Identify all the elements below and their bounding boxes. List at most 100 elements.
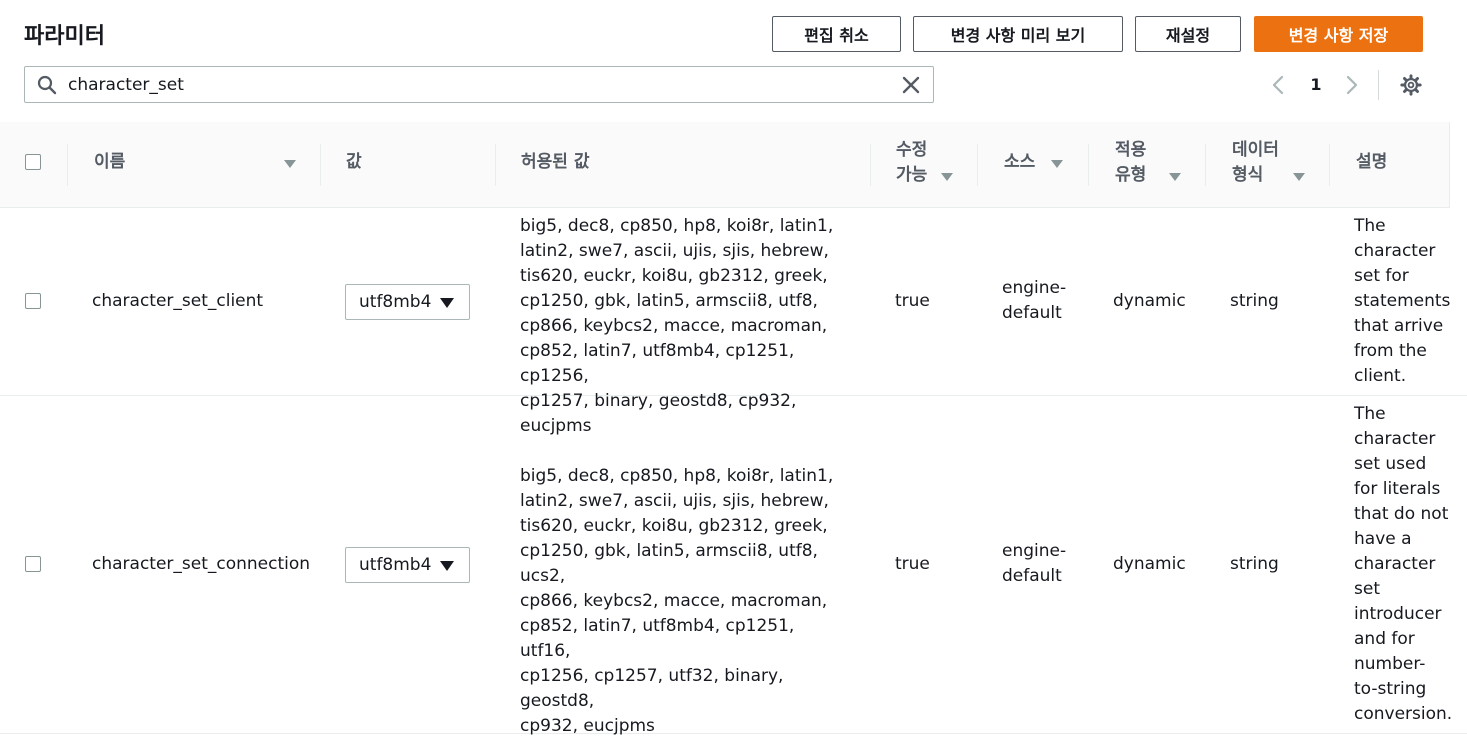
next-page-icon[interactable]: [1342, 74, 1362, 96]
caret-down-icon: [440, 561, 454, 571]
column-divider: [495, 144, 496, 186]
sort-icon[interactable]: [941, 173, 953, 181]
preview-changes-button[interactable]: 변경 사항 미리 보기: [913, 16, 1123, 52]
allowed-values: big5, dec8, cp850, hp8, koi8r, latin1, l…: [520, 464, 850, 739]
previous-page-icon[interactable]: [1268, 74, 1288, 96]
sort-icon[interactable]: [284, 160, 296, 168]
sort-icon[interactable]: [1293, 173, 1305, 181]
description-line: from the: [1354, 341, 1427, 361]
column-header-data-type[interactable]: 데이터 형식: [1232, 138, 1279, 188]
search-input[interactable]: [68, 67, 888, 102]
column-header-data-type-line1: 데이터: [1232, 140, 1279, 160]
column-header-modifiable[interactable]: 수정 가능: [896, 138, 927, 188]
column-header-apply-type[interactable]: 적용 유형: [1115, 138, 1146, 188]
source-value: engine- default: [1002, 276, 1066, 326]
allowed-values-line: cp932, eucjpms: [520, 716, 655, 736]
source-value-line: engine-: [1002, 278, 1067, 298]
description-line: have a: [1354, 529, 1412, 549]
description-line: character: [1354, 554, 1436, 574]
gear-icon[interactable]: [1400, 74, 1422, 96]
row-checkbox[interactable]: [25, 293, 41, 309]
column-header-apply-type-line1: 적용: [1115, 140, 1147, 160]
allowed-values-line: tis620, euckr, koi8u, gb2312, greek,: [520, 266, 828, 286]
description-line: The: [1354, 216, 1386, 236]
value-select[interactable]: utf8mb4: [345, 284, 470, 320]
description-line: client.: [1354, 366, 1407, 386]
page-title: 파라미터: [24, 24, 105, 49]
column-divider: [320, 144, 321, 186]
table-row: character_set_client utf8mb4 big5, dec8,…: [0, 208, 1467, 436]
column-divider: [1088, 144, 1089, 186]
column-header-source[interactable]: 소스: [1004, 150, 1035, 175]
allowed-values-line: big5, dec8, cp850, hp8, koi8r, latin1,: [520, 466, 834, 486]
description-line: for literals: [1354, 479, 1441, 499]
allowed-values-line: tis620, euckr, koi8u, gb2312, greek,: [520, 516, 828, 536]
allowed-values-line: cp866, keybcs2, macce, macroman,: [520, 591, 828, 611]
allowed-values-line: cp852, latin7, utf8mb4, cp1251, cp1256,: [520, 341, 795, 386]
column-divider: [1205, 144, 1206, 186]
allowed-values-line: cp1250, gbk, latin5, armscii8, utf8,: [520, 291, 818, 311]
description-line: statements: [1354, 291, 1451, 311]
description-line: and for: [1354, 629, 1415, 649]
select-all-checkbox[interactable]: [25, 154, 41, 170]
column-divider: [870, 144, 871, 186]
column-header-modifiable-line1: 수정: [896, 140, 928, 160]
description-line: to-string: [1354, 679, 1427, 699]
description-line: that do not: [1354, 504, 1449, 524]
sort-icon[interactable]: [1051, 160, 1063, 168]
modifiable-value: true: [895, 554, 930, 574]
value-select-text: utf8mb4: [359, 555, 432, 575]
column-divider: [1329, 144, 1330, 186]
description-value: The character set for statements that ar…: [1354, 214, 1459, 389]
divider: [1378, 70, 1379, 100]
allowed-values-line: latin2, swe7, ascii, ujis, sjis, hebrew,: [520, 491, 829, 511]
description-line: set for: [1354, 266, 1409, 286]
description-line: conversion.: [1354, 704, 1453, 724]
save-changes-button[interactable]: 변경 사항 저장: [1254, 16, 1423, 52]
cancel-edit-button[interactable]: 편집 취소: [772, 16, 901, 52]
clear-search-icon[interactable]: [901, 75, 921, 95]
allowed-values-line: latin2, swe7, ascii, ujis, sjis, hebrew,: [520, 241, 829, 261]
reset-button[interactable]: 재설정: [1135, 16, 1241, 52]
description-line: character: [1354, 241, 1436, 261]
sort-icon[interactable]: [1169, 173, 1181, 181]
allowed-values-line: cp866, keybcs2, macce, macroman,: [520, 316, 828, 336]
search-box: [24, 66, 934, 103]
column-header-value: 값: [346, 152, 362, 172]
allowed-values-line: cp1256, cp1257, utf32, binary, geostd8,: [520, 666, 784, 711]
parameter-name: character_set_connection: [92, 554, 311, 574]
current-page-number[interactable]: 1: [1308, 75, 1324, 94]
data-type-value: string: [1230, 554, 1279, 574]
description-line: set used: [1354, 454, 1427, 474]
column-header-data-type-line2: 형식: [1232, 165, 1264, 185]
column-header-allowed-values: 허용된 값: [521, 152, 590, 172]
description-line: character: [1354, 429, 1436, 449]
source-value-line: default: [1002, 303, 1062, 323]
apply-type-value: dynamic: [1113, 554, 1186, 574]
search-icon: [37, 75, 57, 95]
column-header-description: 설명: [1356, 152, 1388, 172]
apply-type-value: dynamic: [1113, 291, 1186, 311]
description-value: The character set used for literals that…: [1354, 402, 1459, 727]
description-line: number-: [1354, 654, 1426, 674]
value-select[interactable]: utf8mb4: [345, 547, 470, 583]
description-line: that arrive: [1354, 316, 1444, 336]
source-value-line: default: [1002, 566, 1062, 586]
description-line: set: [1354, 579, 1380, 599]
column-divider: [67, 144, 68, 186]
row-checkbox[interactable]: [25, 556, 41, 572]
data-type-value: string: [1230, 291, 1279, 311]
column-header-apply-type-line2: 유형: [1115, 165, 1147, 185]
value-select-text: utf8mb4: [359, 292, 432, 312]
column-header-modifiable-line2: 가능: [896, 165, 928, 185]
allowed-values-line: cp852, latin7, utf8mb4, cp1251, utf16,: [520, 616, 795, 661]
allowed-values-line: cp1250, gbk, latin5, armscii8, utf8, ucs…: [520, 541, 818, 586]
column-header-name[interactable]: 이름: [94, 150, 125, 175]
source-value: engine- default: [1002, 539, 1066, 589]
modifiable-value: true: [895, 291, 930, 311]
description-line: The: [1354, 404, 1386, 424]
parameter-name: character_set_client: [92, 291, 264, 311]
table-header: 이름 값 허용된 값 수정 가능 소스 적용 유형 데이터 형식 설명: [0, 122, 1450, 208]
table-row: character_set_connection utf8mb4 big5, d…: [0, 396, 1467, 736]
column-divider: [977, 144, 978, 186]
